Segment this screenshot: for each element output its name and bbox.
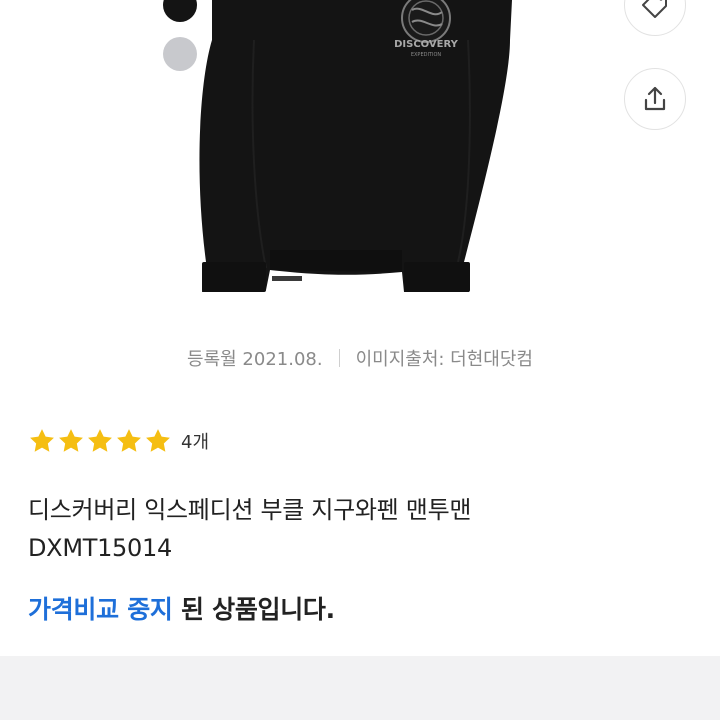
notice-text: 된 상품입니다. [172,595,335,624]
star-icon [117,429,141,452]
share-icon [644,86,666,111]
comparison-stopped-notice: 가격비교 중지 된 상품입니다. [28,590,335,626]
tag-heart-icon [642,0,667,18]
star-rating [28,427,172,455]
product-title-line1: 디스커버리 익스페디션 부클 지구와펜 맨투맨 [28,496,472,524]
product-hero: DISCOVERY EXPEDITION [0,0,720,330]
patch-brand-text: DISCOVERY [394,39,459,50]
rating-summary[interactable]: 4개 [28,427,209,455]
meta-divider [338,349,340,367]
star-icon [30,429,54,452]
review-count: 4개 [181,432,210,453]
share-button[interactable] [624,68,686,130]
product-meta: 등록월 2021.08. 이미지출처: 더현대닷컴 [0,345,720,371]
registered-date: 등록월 2021.08. [187,349,323,370]
section-divider-band [0,656,720,720]
notice-accent: 가격비교 중지 [28,595,173,624]
product-title: 디스커버리 익스페디션 부클 지구와펜 맨투맨 DXMT15014 [28,491,688,567]
image-source: 이미지출처: 더현대닷컴 [355,349,533,370]
star-icon [146,429,170,452]
product-image: DISCOVERY EXPEDITION [199,0,512,292]
star-icon [59,429,83,452]
wishlist-button[interactable] [624,0,686,36]
patch-sub-text: EXPEDITION [411,52,442,58]
star-icon [88,429,112,452]
product-model-number: DXMT15014 [28,534,172,562]
